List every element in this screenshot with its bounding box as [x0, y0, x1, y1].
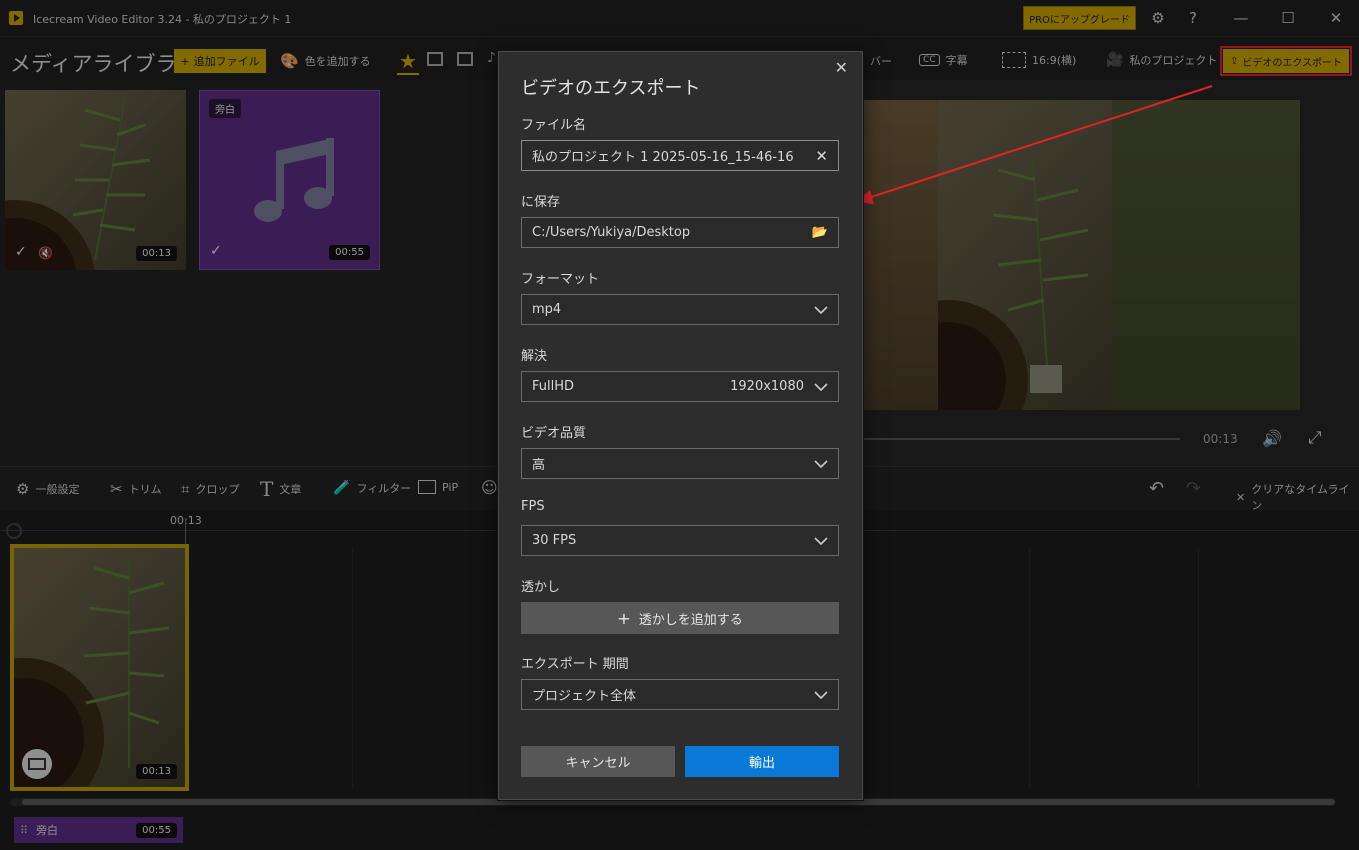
chevron-down-icon	[814, 459, 828, 468]
export-dialog: ✕ ビデオのエクスポート ファイル名 私のプロジェクト 1 2025-05-16…	[498, 51, 863, 800]
chevron-down-icon	[814, 305, 828, 314]
fps-label: FPS	[521, 499, 545, 514]
export-duration-label: エクスポート 期間	[521, 657, 629, 672]
export-duration-select[interactable]: プロジェクト全体	[521, 679, 839, 710]
watermark-label: 透かし	[521, 580, 561, 595]
close-dialog-icon[interactable]: ✕	[835, 58, 848, 77]
chevron-down-icon	[814, 382, 828, 391]
save-path-value: C:/Users/Yukiya/Desktop	[532, 225, 691, 240]
quality-label: ビデオ品質	[521, 426, 587, 441]
export-button[interactable]: 輸出	[685, 746, 839, 777]
filename-value: 私のプロジェクト 1 2025-05-16_15-46-16	[532, 150, 794, 165]
filename-input[interactable]: 私のプロジェクト 1 2025-05-16_15-46-16 ✕	[521, 140, 839, 171]
cancel-button[interactable]: キャンセル	[521, 746, 675, 777]
quality-select[interactable]: 高	[521, 448, 839, 479]
chevron-down-icon	[814, 690, 828, 699]
format-label: フォーマット	[521, 272, 600, 287]
chevron-down-icon	[814, 536, 828, 545]
plus-icon: +	[617, 608, 631, 628]
export-duration-value: プロジェクト全体	[532, 689, 637, 704]
clear-input-icon[interactable]: ✕	[815, 147, 828, 165]
resolution-value: FullHD	[532, 379, 575, 394]
add-watermark-label: 透かしを追加する	[638, 612, 743, 628]
fps-select[interactable]: 30 FPS	[521, 525, 839, 556]
quality-value: 高	[532, 458, 546, 473]
add-watermark-button[interactable]: + 透かしを追加する	[521, 602, 839, 634]
fps-value: 30 FPS	[532, 533, 577, 548]
resolution-select[interactable]: FullHD 1920x1080	[521, 371, 839, 402]
folder-icon[interactable]: 📂	[812, 225, 828, 240]
format-select[interactable]: mp4	[521, 294, 839, 325]
save-path-field[interactable]: C:/Users/Yukiya/Desktop 📂	[521, 217, 839, 248]
filename-label: ファイル名	[521, 118, 587, 133]
resolution-label: 解決	[521, 349, 548, 364]
format-value: mp4	[532, 302, 562, 317]
save-location-label: に保存	[521, 195, 561, 210]
dialog-title: ビデオのエクスポート	[521, 78, 701, 99]
resolution-size: 1920x1080	[730, 379, 804, 394]
